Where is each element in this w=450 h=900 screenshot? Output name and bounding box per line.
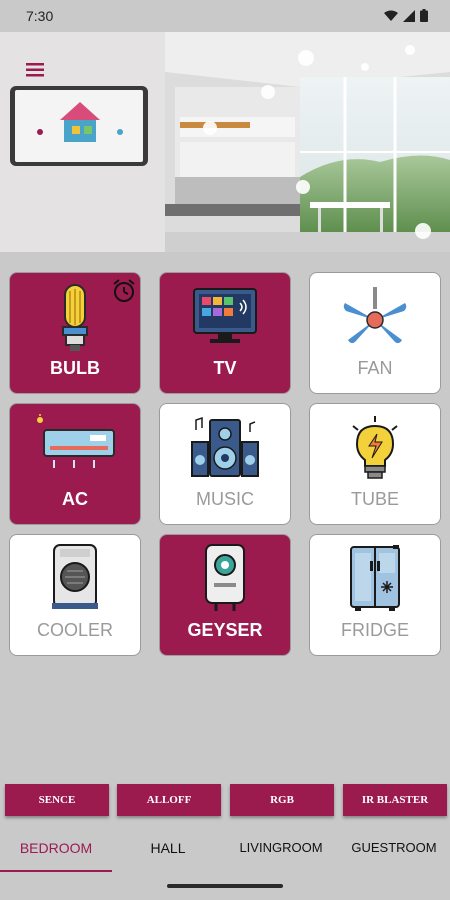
- home-indicator[interactable]: [167, 884, 283, 888]
- smart-home-banner-image: [0, 32, 450, 252]
- tab-hall[interactable]: HALL: [112, 828, 224, 874]
- device-tile-bulb[interactable]: BULB: [9, 272, 141, 394]
- device-tile-tv[interactable]: TV: [159, 272, 291, 394]
- device-tile-fridge[interactable]: FRIDGE: [309, 534, 441, 656]
- device-label: MUSIC: [196, 489, 254, 509]
- hamburger-menu-icon[interactable]: [24, 60, 48, 80]
- status-bar: 7:30: [0, 0, 450, 32]
- geyser-icon: [205, 544, 245, 611]
- battery-icon: [420, 9, 428, 22]
- lightbulb-icon: [352, 416, 398, 479]
- device-tile-cooler[interactable]: COOLER: [9, 534, 141, 656]
- all-off-button[interactable]: ALLOFF: [117, 784, 221, 816]
- wifi-icon: [384, 10, 398, 21]
- device-tile-music[interactable]: MUSIC: [159, 403, 291, 525]
- tab-indicator: [0, 870, 112, 872]
- device-tile-ac[interactable]: AC: [9, 403, 141, 525]
- cooler-icon: [52, 544, 98, 609]
- alarm-clock-icon[interactable]: [110, 277, 138, 305]
- tv-icon: [193, 288, 257, 343]
- room-tabs: BEDROOM HALL LIVINGROOM GUESTROOM: [0, 828, 450, 874]
- status-time: 7:30: [26, 8, 54, 24]
- hero-banner: [0, 32, 450, 252]
- device-label: TUBE: [350, 489, 399, 509]
- device-label: GEYSER: [187, 620, 263, 640]
- device-tile-fan[interactable]: FAN: [309, 272, 441, 394]
- tab-label: HALL: [150, 840, 186, 856]
- rgb-button[interactable]: RGB: [230, 784, 334, 816]
- ir-blaster-button[interactable]: IR BLASTER: [343, 784, 447, 816]
- tab-livingroom[interactable]: LIVINGROOM: [225, 828, 337, 874]
- bulb-icon: [62, 284, 88, 351]
- device-label: FRIDGE: [340, 620, 409, 640]
- tab-label: GUESTROOM: [351, 840, 437, 855]
- tab-bedroom[interactable]: BEDROOM: [0, 828, 112, 874]
- ac-icon: [37, 414, 115, 468]
- scene-button[interactable]: SENCE: [5, 784, 109, 816]
- fan-icon: [343, 287, 407, 344]
- speaker-icon: [191, 416, 259, 477]
- device-tile-tube[interactable]: TUBE: [309, 403, 441, 525]
- device-label: BULB: [50, 358, 100, 378]
- tab-label: BEDROOM: [19, 840, 93, 856]
- signal-icon: [403, 9, 415, 22]
- fridge-icon: [350, 545, 400, 611]
- device-label: COOLER: [36, 620, 114, 640]
- device-label: AC: [62, 489, 88, 509]
- device-tile-geyser[interactable]: GEYSER: [159, 534, 291, 656]
- device-label: FAN: [357, 358, 393, 378]
- device-label: TV: [213, 358, 237, 378]
- action-bar: SENCE ALLOFF RGB IR BLASTER: [5, 784, 447, 816]
- tab-label: LIVINGROOM: [239, 840, 323, 855]
- tab-guestroom[interactable]: GUESTROOM: [338, 828, 450, 874]
